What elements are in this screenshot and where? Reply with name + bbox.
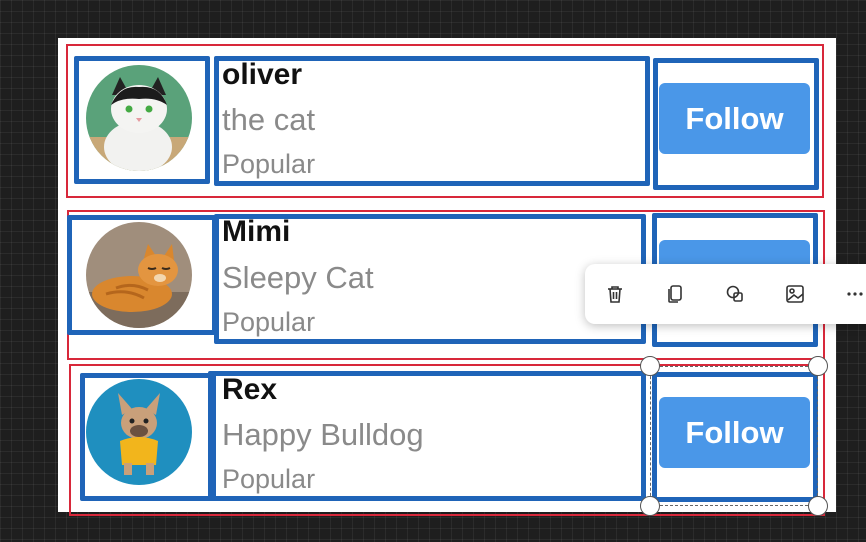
card-tag: Popular: [222, 149, 316, 179]
resize-handle-top-left[interactable]: [640, 356, 660, 376]
card-subtitle: Happy Bulldog: [222, 417, 424, 452]
card-tag: Popular: [222, 464, 316, 494]
avatar-oliver: [86, 65, 192, 171]
resize-handle-bottom-left[interactable]: [640, 496, 660, 516]
selection-outline: [650, 366, 818, 506]
follow-button[interactable]: Follow: [659, 83, 810, 154]
copy-icon[interactable]: [661, 280, 689, 308]
floating-toolbar: [585, 264, 866, 324]
resize-handle-top-right[interactable]: [808, 356, 828, 376]
trash-icon[interactable]: [601, 280, 629, 308]
avatar-rex: [86, 379, 192, 485]
card-subtitle: Sleepy Cat: [222, 260, 374, 295]
card-subtitle: the cat: [222, 102, 316, 137]
card-name: oliver: [222, 58, 303, 91]
card-tag: Popular: [222, 307, 316, 337]
shapes-icon[interactable]: [721, 280, 749, 308]
image-icon[interactable]: [781, 280, 809, 308]
card-name: Rex: [222, 373, 278, 406]
card-name: Mimi: [222, 215, 291, 248]
resize-handle-bottom-right[interactable]: [808, 496, 828, 516]
more-icon[interactable]: [841, 280, 866, 308]
avatar-mimi: [86, 222, 192, 328]
